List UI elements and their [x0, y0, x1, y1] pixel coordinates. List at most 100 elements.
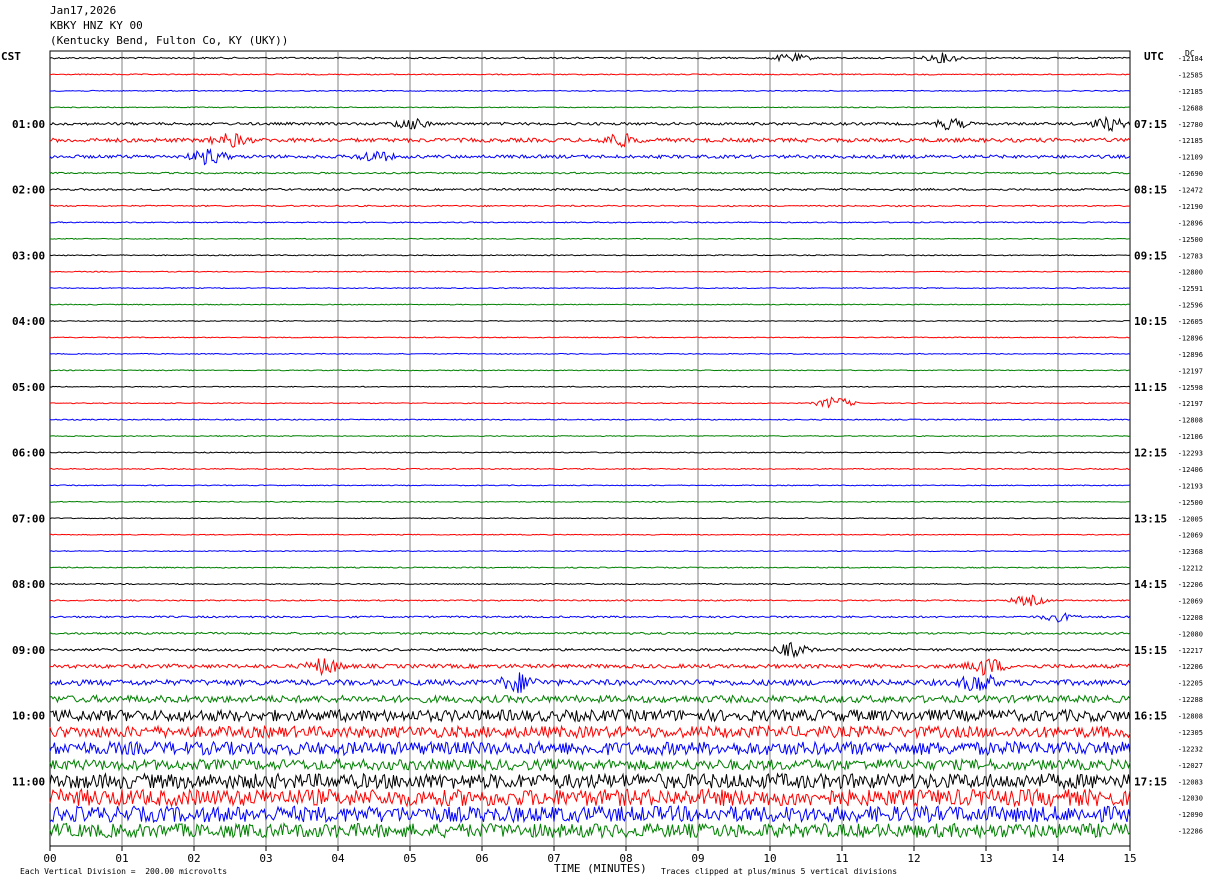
trace-21	[49, 385, 1131, 388]
trace-18	[49, 336, 1131, 339]
dc-offset-label: -12500	[1178, 236, 1203, 244]
trace-32	[49, 566, 1131, 569]
x-tick-label-09: 09	[691, 852, 704, 865]
right-hour-label: 15:15	[1134, 644, 1167, 657]
trace-9	[49, 187, 1131, 192]
dc-offset-label: -12206	[1178, 663, 1203, 671]
dc-offset-label: -12800	[1178, 269, 1203, 277]
trace-11	[49, 221, 1131, 224]
trace-7	[49, 148, 1131, 166]
x-tick-label-02: 02	[187, 852, 200, 865]
trace-42	[49, 724, 1131, 740]
trace-20	[49, 369, 1130, 372]
right-hour-label: 09:15	[1134, 249, 1167, 262]
trace-group	[49, 51, 1131, 840]
dc-offset-label: -12232	[1178, 745, 1203, 753]
dc-offset-label: -12106	[1178, 433, 1203, 441]
left-hour-label: 08:00	[12, 578, 45, 591]
trace-10	[49, 204, 1131, 208]
dc-offset-label: -12080	[1178, 630, 1203, 638]
trace-23	[49, 418, 1131, 421]
x-axis-title: TIME (MINUTES)	[554, 862, 647, 875]
dc-offset-label: -12808	[1178, 417, 1203, 425]
right-hour-label: 12:15	[1134, 447, 1167, 460]
trace-39	[49, 672, 1131, 694]
dc-offset-label: -12030	[1178, 795, 1203, 803]
dc-offset-label: -12783	[1178, 252, 1203, 260]
trace-5	[49, 115, 1131, 133]
helicorder-plot: 00 01 02 03 04 05 06 07 08 09 10 11 12 13 14 15-12184-1…	[12, 50, 1203, 865]
trace-43	[49, 739, 1131, 757]
trace-45	[49, 772, 1131, 791]
trace-34	[50, 594, 1131, 607]
trace-30	[49, 533, 1131, 536]
dc-offset-label: -12197	[1178, 400, 1203, 408]
trace-33	[49, 582, 1131, 586]
dc-offset-label: -12896	[1178, 219, 1203, 227]
dc-offset-label: -12605	[1178, 318, 1203, 326]
trace-24	[49, 435, 1131, 438]
trace-6	[49, 133, 1131, 148]
dc-offset-label: -12184	[1178, 55, 1203, 63]
dc-offset-label: -12069	[1178, 532, 1203, 540]
left-hour-label: 02:00	[12, 184, 45, 197]
dc-offset-label: -12896	[1178, 334, 1203, 342]
x-tick-label-05: 05	[403, 852, 416, 865]
trace-29	[49, 517, 1131, 520]
trace-17	[49, 320, 1131, 322]
dc-offset-label: -12069	[1178, 597, 1203, 605]
trace-46	[49, 787, 1131, 808]
right-hour-label: 17:15	[1134, 775, 1167, 788]
left-hour-label: 04:00	[12, 315, 45, 328]
left-hour-label: 01:00	[12, 118, 45, 131]
trace-3	[49, 89, 1131, 92]
left-hour-label: 10:00	[12, 710, 45, 723]
left-hour-label: 07:00	[12, 512, 45, 525]
left-hour-label: 05:00	[12, 381, 45, 394]
x-tick-label-15: 15	[1123, 852, 1136, 865]
dc-offset-label: -12896	[1178, 351, 1203, 359]
trace-13	[49, 254, 1131, 257]
trace-41	[49, 708, 1131, 724]
x-tick-label-00: 00	[43, 852, 56, 865]
trace-12	[49, 237, 1131, 240]
x-tick-label-13: 13	[979, 852, 992, 865]
x-tick-label-14: 14	[1051, 852, 1065, 865]
right-hour-label: 13:15	[1134, 512, 1167, 525]
dc-offset-label: -12688	[1178, 104, 1203, 112]
x-tick-label-12: 12	[907, 852, 920, 865]
trace-28	[49, 500, 1131, 503]
dc-offset-label: -12083	[1178, 778, 1203, 786]
right-hour-label: 07:15	[1134, 118, 1167, 131]
x-tick-label-03: 03	[259, 852, 272, 865]
axis-labels: 00 01 02 03 04 05 06 07 08 09 10 11 12 13 14 15-12184-1…	[12, 55, 1203, 865]
x-tick-label-06: 06	[475, 852, 488, 865]
trace-38	[49, 658, 1131, 677]
trace-14	[49, 270, 1131, 273]
x-tick-label-10: 10	[763, 852, 776, 865]
right-hour-label: 08:15	[1134, 184, 1167, 197]
dc-offset-label: -12212	[1178, 565, 1203, 573]
dc-offset-label: -12206	[1178, 581, 1203, 589]
dc-offset-label: -12286	[1178, 828, 1203, 836]
trace-48	[49, 821, 1131, 840]
dc-offset-label: -12472	[1178, 187, 1203, 195]
trace-22	[49, 396, 1131, 409]
left-hour-label: 09:00	[12, 644, 45, 657]
left-hour-label: 03:00	[12, 249, 45, 262]
dc-offset-label: -12193	[1178, 482, 1203, 490]
dc-offset-label: -12090	[1178, 811, 1203, 819]
dc-offset-label: -12585	[1178, 71, 1203, 79]
trace-36	[49, 631, 1131, 636]
dc-offset-label: -12027	[1178, 762, 1203, 770]
plot-frame	[49, 50, 1131, 847]
dc-offset-label: -12780	[1178, 121, 1203, 129]
dc-offset-label: -12808	[1178, 713, 1203, 721]
dc-offset-label: -12190	[1178, 203, 1203, 211]
trace-16	[49, 303, 1131, 306]
dc-offset-label: -12208	[1178, 614, 1203, 622]
trace-40	[49, 694, 1131, 705]
left-hour-label: 11:00	[12, 775, 45, 788]
trace-8	[49, 171, 1131, 175]
dc-offset-label: -12305	[1178, 729, 1203, 737]
